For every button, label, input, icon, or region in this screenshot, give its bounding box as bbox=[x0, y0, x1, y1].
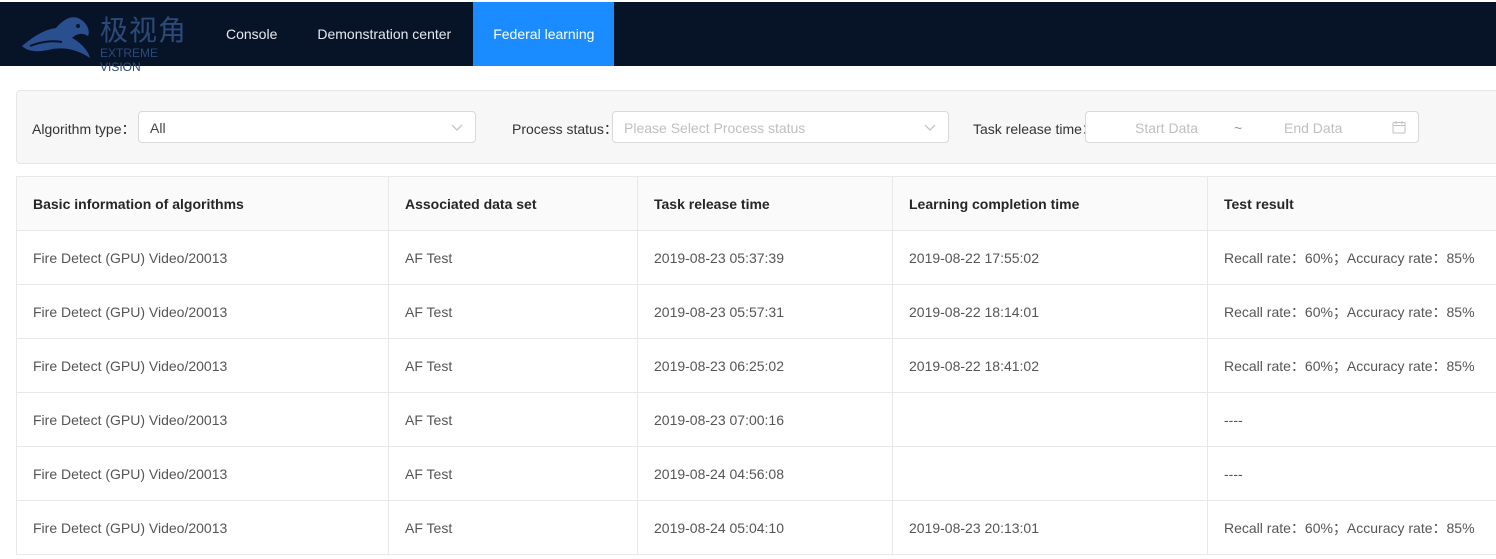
logo-chinese-text: 极视角 bbox=[100, 14, 188, 47]
column-header-test-result: Test result bbox=[1207, 176, 1496, 231]
start-date-input[interactable]: Start Data bbox=[1135, 120, 1198, 136]
table-row[interactable]: Fire Detect (GPU) Video/20013 AF Test 20… bbox=[16, 500, 1496, 555]
cell-algorithm-info: Fire Detect (GPU) Video/20013 bbox=[16, 446, 389, 501]
top-navigation-bar: 极视角 EXTREME VISION Console Demonstration… bbox=[0, 0, 1496, 74]
nav-console[interactable]: Console bbox=[208, 2, 295, 66]
cell-task-release-time: 2019-08-23 05:57:31 bbox=[637, 284, 893, 339]
cell-task-release-time: 2019-08-24 05:04:10 bbox=[637, 500, 893, 555]
column-header-associated-data-set: Associated data set bbox=[388, 176, 638, 231]
calendar-icon bbox=[1392, 121, 1406, 134]
chevron-down-icon bbox=[451, 124, 463, 131]
cell-completion-time bbox=[892, 446, 1208, 501]
cell-task-release-time: 2019-08-23 06:25:02 bbox=[637, 338, 893, 393]
main-nav: Console Demonstration center Federal lea… bbox=[208, 2, 615, 66]
cell-data-set: AF Test bbox=[388, 500, 638, 555]
cell-test-result: ---- bbox=[1207, 446, 1496, 501]
column-header-algorithm-info: Basic information of algorithms bbox=[16, 176, 389, 231]
nav-demonstration-center[interactable]: Demonstration center bbox=[299, 2, 469, 66]
task-release-time-label: Task release time： bbox=[973, 121, 1096, 137]
algorithm-type-value: All bbox=[150, 120, 166, 136]
date-range-separator: ~ bbox=[1234, 120, 1243, 136]
table-row[interactable]: Fire Detect (GPU) Video/20013 AF Test 20… bbox=[16, 392, 1496, 447]
cell-task-release-time: 2019-08-24 04:56:08 bbox=[637, 446, 893, 501]
cell-data-set: AF Test bbox=[388, 446, 638, 501]
cell-data-set: AF Test bbox=[388, 230, 638, 285]
cell-data-set: AF Test bbox=[388, 392, 638, 447]
federal-learning-task-table: Basic information of algorithms Associat… bbox=[16, 176, 1496, 555]
cell-completion-time: 2019-08-22 17:55:02 bbox=[892, 230, 1208, 285]
process-status-select[interactable]: Please Select Process status bbox=[612, 111, 949, 143]
cell-task-release-time: 2019-08-23 05:37:39 bbox=[637, 230, 893, 285]
column-header-learning-completion-time: Learning completion time bbox=[892, 176, 1208, 231]
cell-test-result: Recall rate：60%；Accuracy rate：85% bbox=[1207, 284, 1496, 339]
brand-logo[interactable]: 极视角 EXTREME VISION bbox=[18, 8, 198, 74]
cell-completion-time: 2019-08-22 18:14:01 bbox=[892, 284, 1208, 339]
table-row[interactable]: Fire Detect (GPU) Video/20013 AF Test 20… bbox=[16, 446, 1496, 501]
cell-task-release-time: 2019-08-23 07:00:16 bbox=[637, 392, 893, 447]
process-status-placeholder: Please Select Process status bbox=[624, 120, 806, 136]
table-header-row: Basic information of algorithms Associat… bbox=[16, 176, 1496, 231]
cell-test-result: Recall rate：60%；Accuracy rate：85% bbox=[1207, 230, 1496, 285]
cell-algorithm-info: Fire Detect (GPU) Video/20013 bbox=[16, 230, 389, 285]
algorithm-type-select[interactable]: All bbox=[138, 111, 476, 143]
cell-test-result: Recall rate：60%；Accuracy rate：85% bbox=[1207, 500, 1496, 555]
table-row[interactable]: Fire Detect (GPU) Video/20013 AF Test 20… bbox=[16, 230, 1496, 285]
chevron-down-icon bbox=[924, 124, 936, 131]
logo-english-text: EXTREME VISION bbox=[100, 46, 159, 74]
algorithm-type-label: Algorithm type： bbox=[32, 121, 136, 137]
cell-completion-time: 2019-08-22 18:41:02 bbox=[892, 338, 1208, 393]
cell-test-result: ---- bbox=[1207, 392, 1496, 447]
cell-algorithm-info: Fire Detect (GPU) Video/20013 bbox=[16, 500, 389, 555]
filter-bar: Algorithm type： All Process status： Plea… bbox=[16, 90, 1496, 164]
table-row[interactable]: Fire Detect (GPU) Video/20013 AF Test 20… bbox=[16, 338, 1496, 393]
cell-test-result: Recall rate：60%；Accuracy rate：85% bbox=[1207, 338, 1496, 393]
cell-data-set: AF Test bbox=[388, 338, 638, 393]
cell-data-set: AF Test bbox=[388, 284, 638, 339]
eagle-logo-icon bbox=[22, 17, 90, 58]
nav-federal-learning[interactable]: Federal learning bbox=[473, 2, 615, 66]
cell-completion-time: 2019-08-23 20:13:01 bbox=[892, 500, 1208, 555]
process-status-label: Process status： bbox=[512, 121, 618, 137]
cell-algorithm-info: Fire Detect (GPU) Video/20013 bbox=[16, 338, 389, 393]
cell-algorithm-info: Fire Detect (GPU) Video/20013 bbox=[16, 392, 389, 447]
cell-completion-time bbox=[892, 392, 1208, 447]
column-header-task-release-time: Task release time bbox=[637, 176, 893, 231]
task-release-date-range-picker[interactable]: Start Data ~ End Data bbox=[1085, 111, 1419, 143]
table-row[interactable]: Fire Detect (GPU) Video/20013 AF Test 20… bbox=[16, 284, 1496, 339]
cell-algorithm-info: Fire Detect (GPU) Video/20013 bbox=[16, 284, 389, 339]
end-date-input[interactable]: End Data bbox=[1284, 120, 1342, 136]
